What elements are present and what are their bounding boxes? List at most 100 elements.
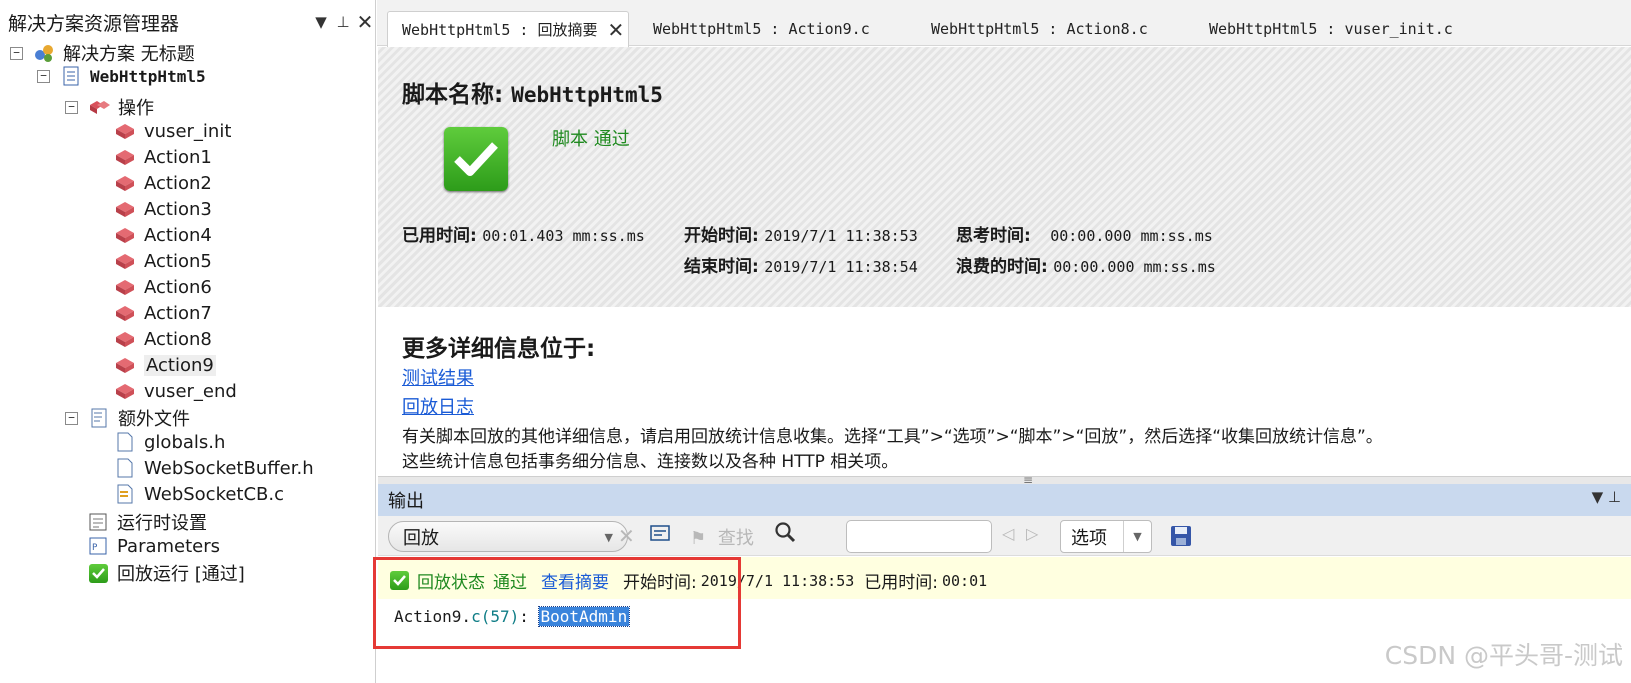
wasted-value: 00:00.000 mm:ss.ms	[1053, 258, 1216, 276]
tree-file-label: globals.h	[144, 431, 226, 453]
tree-action-label: Action2	[144, 172, 212, 194]
tree-action-item[interactable]: Action8	[114, 326, 212, 352]
find-next-icon[interactable]: ▷	[1026, 524, 1038, 543]
tab-replay-summary[interactable]: WebHttpHtml5 : 回放摘要 ✕	[387, 11, 629, 47]
tree-file-websocketbuffer[interactable]: WebSocketBuffer.h	[114, 455, 314, 481]
dropdown-icon[interactable]: ▼	[310, 13, 332, 31]
wasted-time: 浪费的时间: 00:00.000 mm:ss.ms	[956, 252, 1216, 277]
tab-action9[interactable]: WebHttpHtml5 : Action9.c	[639, 11, 870, 46]
find-label: 查找	[717, 528, 754, 549]
options-label: 选项	[1071, 527, 1107, 549]
tree-runtime-settings[interactable]: 运行时设置	[87, 509, 207, 535]
details-text-line2: 这些统计信息包括事务细分信息、连接数以及各种 HTTP 相关项。	[402, 452, 899, 472]
editor-tab-strip: WebHttpHtml5 : 回放摘要 ✕ WebHttpHtml5 : Act…	[377, 0, 1631, 47]
replay-summary-header: 脚本名称: WebHttpHtml5 脚本 通过 已用时间: 00:01.403…	[378, 47, 1631, 307]
tree-file-websocketcb[interactable]: WebSocketCB.c	[114, 481, 284, 507]
end-value: 2019/7/1 11:38:54	[764, 258, 918, 276]
tree-runtime-settings-label: 运行时设置	[117, 513, 207, 534]
save-icon[interactable]	[1170, 525, 1192, 552]
tree-action-item[interactable]: vuser_end	[114, 378, 237, 404]
tree-action-label: Action8	[144, 328, 212, 350]
tab-label: WebHttpHtml5 : 回放摘要	[402, 21, 598, 39]
think-value: 00:00.000 mm:ss.ms	[1050, 227, 1213, 245]
tree-action-label: Action7	[144, 302, 212, 324]
end-time: 结束时间: 2019/7/1 11:38:54	[684, 252, 918, 277]
tree-action-item[interactable]: Action6	[114, 274, 212, 300]
more-details-section: 更多详细信息位于: 测试结果 回放日志 有关脚本回放的其他详细信息，请启用回放统…	[378, 307, 1631, 477]
tree-action-item[interactable]: vuser_init	[114, 118, 231, 144]
elapsed-value: 00:01.403 mm:ss.ms	[482, 227, 645, 245]
tree-extra-files-folder[interactable]: − 额外文件	[65, 405, 190, 431]
tree-action-item[interactable]: Action2	[114, 170, 212, 196]
pin-icon[interactable]: ⊥	[332, 13, 354, 31]
collapse-toggle-icon[interactable]: −	[10, 46, 23, 60]
tree-action-item[interactable]: Action1	[114, 144, 212, 170]
tree-action-label: vuser_init	[144, 120, 232, 142]
wrap-icon[interactable]	[650, 524, 670, 547]
action-icon	[114, 147, 136, 167]
replay-log-link[interactable]: 回放日志	[402, 393, 474, 419]
tree-parameters[interactable]: P Parameters	[87, 533, 220, 559]
tree-action-item[interactable]: Action7	[114, 300, 212, 326]
action-icon	[114, 225, 136, 245]
parameters-icon: P	[87, 536, 109, 556]
tree-replay-run[interactable]: 回放运行 [通过]	[87, 560, 245, 586]
tree-action-label: Action3	[144, 198, 212, 220]
collapse-toggle-icon[interactable]: −	[37, 69, 50, 83]
tree-file-globals[interactable]: globals.h	[114, 429, 225, 455]
tree-project-label: WebHttpHtml5	[90, 66, 206, 86]
annotation-highlight-box	[373, 557, 741, 649]
chevron-down-icon[interactable]: ▼	[1123, 521, 1151, 552]
find-previous-icon[interactable]: ◁	[1002, 524, 1014, 543]
panel-menu-icon[interactable]: ▼ ⊥	[1592, 488, 1621, 506]
action-icon	[114, 251, 136, 271]
chevron-down-icon: ▼	[604, 531, 613, 544]
output-elapsed-value: 00:01	[942, 571, 988, 590]
flag-icon: ⚑	[690, 528, 707, 549]
tree-replay-run-label: 回放运行 [通过]	[117, 564, 245, 585]
check-icon	[87, 563, 109, 583]
tab-vuser-init[interactable]: WebHttpHtml5 : vuser_init.c	[1195, 11, 1453, 46]
watermark: CSDN @平头哥-测试	[1384, 641, 1623, 670]
close-icon[interactable]: ✕	[354, 10, 376, 34]
panel-splitter[interactable]: ≡	[378, 473, 1631, 487]
tree-parameters-label: Parameters	[117, 535, 221, 557]
tree-action-label: Action4	[144, 224, 212, 246]
tree-action-label: Action5	[144, 250, 212, 272]
options-button[interactable]: 选项 ▼	[1060, 520, 1152, 553]
tree-action-item[interactable]: Action3	[114, 196, 212, 222]
collapse-toggle-icon[interactable]: −	[65, 411, 78, 425]
collapse-toggle-icon[interactable]: −	[65, 100, 78, 114]
tree-extra-files-label: 额外文件	[118, 409, 190, 430]
script-title: 脚本名称: WebHttpHtml5	[402, 75, 663, 109]
file-h-icon	[114, 458, 136, 478]
find-button[interactable]: ⚑ 查找	[690, 524, 754, 550]
tree-action-item[interactable]: Action4	[114, 222, 212, 248]
tree-action-label: vuser_end	[144, 380, 237, 402]
solution-icon	[33, 43, 55, 63]
elapsed-time: 已用时间: 00:01.403 mm:ss.ms	[402, 221, 645, 246]
tree-action-item[interactable]: Action9	[114, 352, 216, 378]
action-icon	[114, 355, 136, 375]
script-title-label: 脚本名称:	[402, 82, 504, 108]
output-toolbar: 回放 ▼ ✕ ⚑ 查找 ◁ ▷ 选项 ▼	[378, 516, 1631, 556]
action-icon	[114, 381, 136, 401]
tree-actions-folder[interactable]: − 操作	[65, 94, 154, 120]
tab-label: WebHttpHtml5 : vuser_init.c	[1209, 19, 1453, 38]
actions-folder-icon	[88, 97, 110, 117]
tree-action-item[interactable]: Action5	[114, 248, 212, 274]
start-label: 开始时间:	[684, 226, 759, 246]
tab-label: WebHttpHtml5 : Action8.c	[931, 19, 1148, 38]
close-icon[interactable]: ✕	[607, 18, 624, 42]
think-time: 思考时间: 00:00.000 mm:ss.ms	[956, 221, 1213, 246]
output-mode-select[interactable]: 回放 ▼	[388, 521, 628, 552]
output-elapsed-label: 已用时间:	[864, 573, 938, 593]
tree-action-label: Action1	[144, 146, 212, 168]
tree-project[interactable]: − WebHttpHtml5	[37, 63, 206, 89]
clear-icon[interactable]: ✕	[618, 524, 635, 548]
output-search-input[interactable]	[846, 520, 992, 553]
output-title: 输出	[388, 491, 424, 512]
test-results-link[interactable]: 测试结果	[402, 364, 474, 390]
search-icon[interactable]	[774, 521, 796, 549]
tab-action8[interactable]: WebHttpHtml5 : Action8.c	[917, 11, 1148, 46]
